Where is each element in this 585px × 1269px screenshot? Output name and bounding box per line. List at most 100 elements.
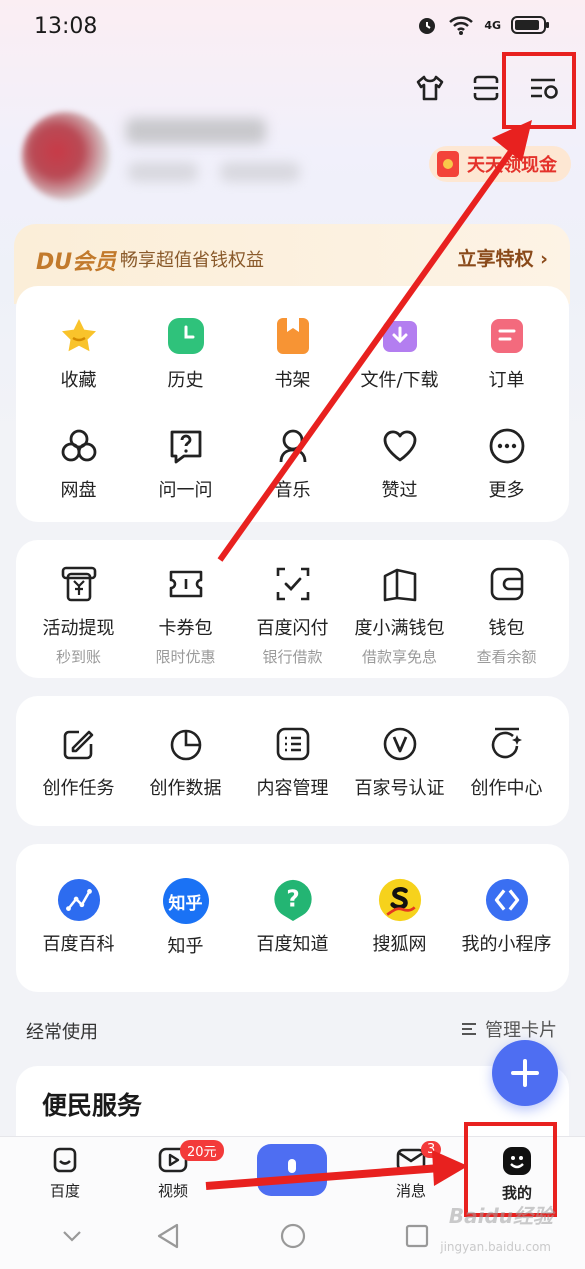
- microphone-icon: [288, 1159, 296, 1173]
- quick-item-label: 赞过: [381, 480, 418, 501]
- creator-item-label: 创作数据: [149, 778, 222, 799]
- collapse-icon[interactable]: [60, 1226, 84, 1246]
- app-item-label: 我的小程序: [461, 934, 552, 955]
- tab-label: 消息: [395, 1182, 426, 1200]
- quick-access-card: 收藏 历史 书架 文件/下载 订单 网盘 问一问 音乐 赞过 更多: [16, 286, 569, 522]
- finance-item[interactable]: 卡券包 限时优惠: [132, 562, 239, 667]
- app-item[interactable]: 百度百科: [25, 878, 132, 958]
- svg-text:?: ?: [286, 887, 299, 913]
- messages-badge: 3: [421, 1141, 442, 1158]
- manage-cards-button[interactable]: 管理卡片: [461, 1016, 557, 1042]
- quick-item-label: 更多: [488, 480, 525, 501]
- finance-item-label: 度小满钱包: [354, 618, 445, 639]
- avatar[interactable]: [22, 112, 110, 200]
- quick-item-orders[interactable]: 订单: [453, 314, 560, 392]
- app-item[interactable]: 搜狐网: [346, 878, 453, 958]
- service-title: 便民服务: [42, 1091, 143, 1120]
- order-icon: [490, 319, 523, 353]
- apps-card: 百度百科 知乎 知乎 ? 百度知道 搜狐网 我的小程序: [16, 844, 569, 992]
- quick-item-music[interactable]: 音乐: [239, 424, 346, 502]
- quick-item-liked[interactable]: 赞过: [346, 424, 453, 502]
- finance-item-label: 卡券包: [158, 618, 213, 639]
- quick-item-label: 网盘: [60, 480, 97, 501]
- quick-item-bookshelf[interactable]: 书架: [239, 314, 346, 392]
- creator-item[interactable]: 创作中心: [453, 722, 560, 800]
- back-icon[interactable]: [155, 1222, 181, 1250]
- manage-cards-label: 管理卡片: [485, 1020, 557, 1041]
- quick-item-label: 订单: [488, 370, 525, 391]
- finance-item[interactable]: 百度闪付 银行借款: [239, 562, 346, 667]
- coupon-icon: [169, 570, 202, 598]
- sohu-icon: [378, 878, 421, 922]
- app-item-label: 百度百科: [42, 934, 115, 955]
- quick-item-more[interactable]: 更多: [453, 424, 560, 502]
- heart-icon: [383, 430, 416, 462]
- watermark-url: jingyan.baidu.com: [440, 1240, 551, 1254]
- question-icon: [170, 430, 201, 464]
- add-floating-button[interactable]: [492, 1040, 558, 1106]
- quick-item-downloads[interactable]: 文件/下载: [346, 314, 453, 392]
- creator-item[interactable]: 创作任务: [25, 722, 132, 800]
- creator-item[interactable]: 内容管理: [239, 722, 346, 800]
- quick-item-label: 文件/下载: [360, 370, 439, 391]
- app-item[interactable]: ? 百度知道: [239, 878, 346, 958]
- quick-item-favorites[interactable]: 收藏: [25, 314, 132, 392]
- verified-icon: [383, 727, 416, 761]
- creator-center-icon: [491, 727, 522, 759]
- app-item-label: 搜狐网: [372, 934, 427, 955]
- quick-item-netdisk[interactable]: 网盘: [25, 424, 132, 502]
- creator-item[interactable]: 创作数据: [132, 722, 239, 800]
- baidu-home-icon: [53, 1147, 77, 1173]
- app-item[interactable]: 知乎 知乎: [132, 878, 239, 958]
- finance-item-label: 百度闪付: [256, 618, 329, 639]
- username-blurred: [126, 118, 266, 144]
- finance-item-sub: 限时优惠: [155, 648, 216, 666]
- finance-item[interactable]: 度小满钱包 借款享免息: [346, 562, 453, 667]
- list-icon: [276, 727, 309, 761]
- tshirt-icon: [416, 75, 444, 101]
- tab-messages[interactable]: 消息: [366, 1144, 456, 1201]
- profile-info-blurred-2: [220, 162, 300, 182]
- app-item-label: 知乎: [167, 936, 204, 957]
- pie-chart-icon: [170, 729, 201, 761]
- voice-search-button[interactable]: [257, 1144, 327, 1196]
- tab-baidu[interactable]: 百度: [20, 1144, 110, 1201]
- quick-item-ask[interactable]: 问一问: [132, 424, 239, 502]
- edit-task-icon: [63, 730, 93, 760]
- home-icon[interactable]: [279, 1222, 307, 1250]
- quick-item-history[interactable]: 历史: [132, 314, 239, 392]
- vip-link[interactable]: 立享特权 ›: [458, 244, 548, 271]
- status-time: 13:08: [34, 14, 98, 39]
- status-icons: 4G: [416, 14, 551, 36]
- watermark-brand: Baidu经验: [448, 1204, 553, 1228]
- wallet-book-icon: [383, 568, 416, 602]
- recents-icon[interactable]: [404, 1223, 430, 1249]
- scan-button[interactable]: [466, 68, 506, 108]
- download-icon: [382, 321, 417, 352]
- creator-item[interactable]: 百家号认证: [346, 722, 453, 800]
- quick-item-label: 书架: [274, 370, 311, 391]
- quick-item-label: 历史: [167, 370, 204, 391]
- finance-item[interactable]: 活动提现 秒到账: [25, 562, 132, 667]
- finance-item[interactable]: 钱包 查看余额: [453, 562, 560, 667]
- cash-reward-label: 天天领现金: [467, 155, 557, 176]
- battery-icon: [511, 16, 549, 34]
- red-packet-icon: [437, 151, 459, 177]
- creator-item-label: 创作中心: [470, 778, 543, 799]
- quick-item-label: 收藏: [60, 370, 97, 391]
- more-icon: [489, 428, 524, 464]
- app-item[interactable]: 我的小程序: [453, 878, 560, 958]
- finance-item-sub: 银行借款: [262, 648, 323, 666]
- skin-button[interactable]: [410, 68, 450, 108]
- music-icon: [279, 429, 306, 463]
- creator-item-label: 百家号认证: [354, 778, 445, 799]
- alarm-icon: [419, 18, 436, 34]
- tab-label: 视频: [157, 1182, 188, 1200]
- manage-list-icon: [462, 1023, 476, 1035]
- creator-card: 创作任务 创作数据 内容管理 百家号认证 创作中心: [16, 696, 569, 826]
- wallet-icon: [490, 567, 523, 601]
- cash-withdraw-icon: [61, 566, 96, 602]
- finance-item-sub: 查看余额: [476, 648, 537, 666]
- star-icon: [61, 319, 96, 352]
- cash-reward-pill[interactable]: 天天领现金: [429, 146, 571, 182]
